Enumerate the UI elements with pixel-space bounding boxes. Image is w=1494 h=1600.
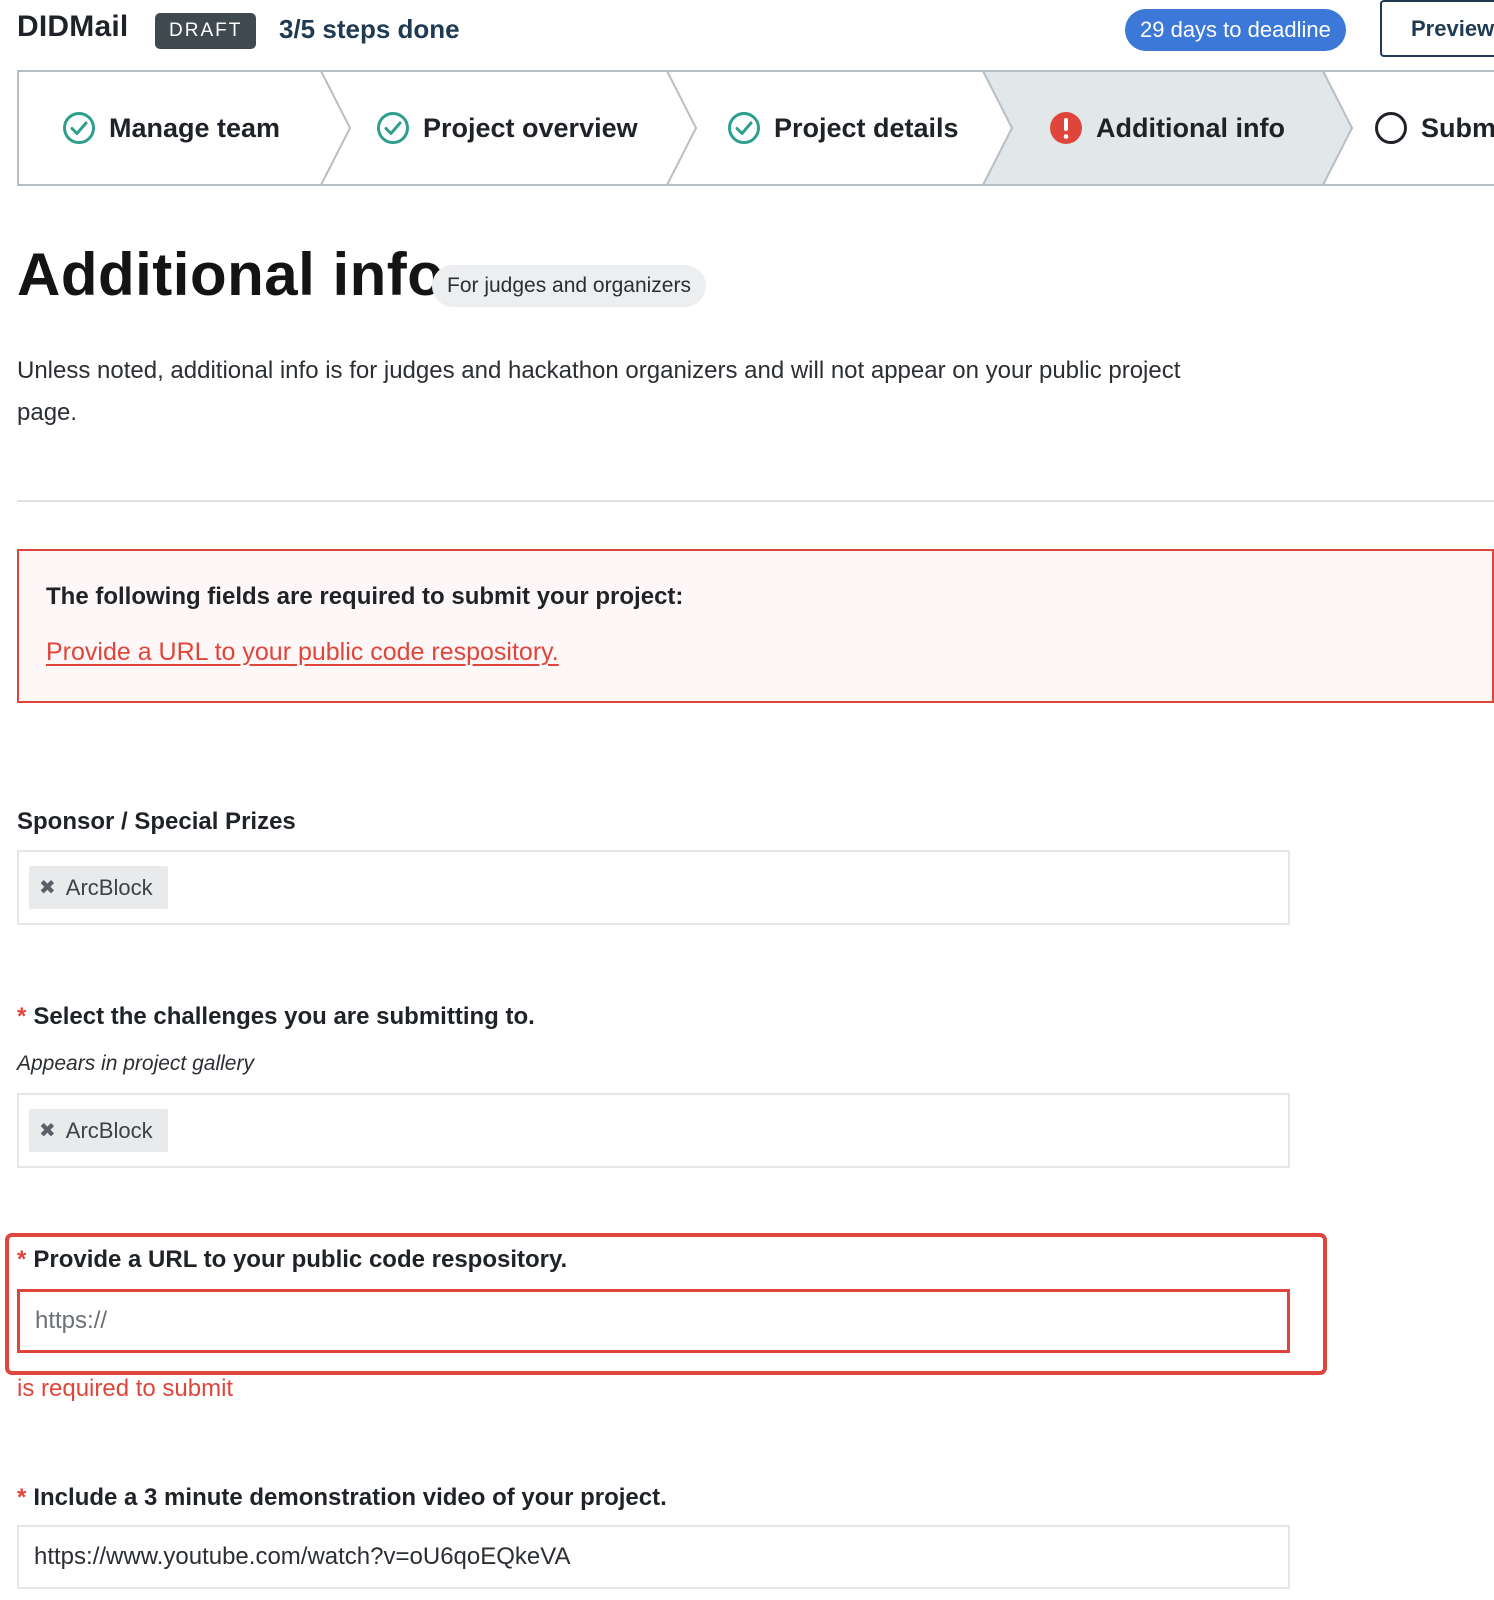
preview-button[interactable]: Preview [1380, 0, 1494, 57]
top-bar: DIDMail DRAFT 3/5 steps done 29 days to … [0, 0, 1494, 62]
submission-stepper: Manage team Project overview Project det… [17, 70, 1494, 186]
sponsor-select[interactable]: ✖ ArcBlock [17, 850, 1290, 925]
tag-label: ArcBlock [65, 874, 153, 900]
tag-label: ArcBlock [65, 1117, 153, 1143]
selected-tag: ✖ ArcBlock [29, 1109, 168, 1152]
intro-text: Unless noted, additional info is for jud… [17, 357, 1181, 426]
step-label: Project overview [423, 112, 638, 143]
required-asterisk: * [17, 1003, 27, 1030]
check-circle-icon [63, 112, 95, 144]
repo-url-placeholder: https:// [35, 1307, 108, 1334]
deadline-badge: 29 days to deadline [1125, 9, 1346, 51]
video-label-text: Include a 3 minute demonstration video o… [33, 1484, 667, 1511]
repo-url-label-text: Provide a URL to your public code respos… [33, 1246, 568, 1273]
check-circle-icon [728, 112, 760, 144]
challenges-label: * Select the challenges you are submittin… [17, 1003, 535, 1031]
video-url-input[interactable]: https://www.youtube.com/watch?v=oU6qoEQk… [17, 1525, 1290, 1589]
step-label: Additional info [1096, 112, 1285, 143]
challenges-select[interactable]: ✖ ArcBlock [17, 1093, 1290, 1168]
step-label: Project details [774, 112, 959, 143]
remove-tag-icon[interactable]: ✖ [39, 1121, 56, 1141]
error-circle-icon [1050, 112, 1082, 144]
repo-url-label: * Provide a URL to your public code respo… [17, 1246, 567, 1274]
selected-tag: ✖ ArcBlock [29, 866, 168, 909]
step-manage-team[interactable]: Manage team [62, 70, 280, 186]
required-asterisk: * [17, 1484, 27, 1511]
repo-url-error: is required to submit [17, 1375, 234, 1402]
step-submit[interactable]: Submit [1374, 70, 1494, 186]
divider [17, 500, 1494, 502]
sponsor-label: Sponsor / Special Prizes [17, 808, 296, 835]
audience-badge: For judges and organizers [432, 265, 706, 307]
missing-repo-url-link[interactable]: Provide a URL to your public code respos… [46, 638, 559, 667]
step-project-details[interactable]: Project details [727, 70, 959, 186]
empty-circle-icon [1375, 112, 1407, 144]
challenges-label-text: Select the challenges you are submitting… [33, 1003, 535, 1030]
step-label: Manage team [109, 112, 281, 143]
project-title: DIDMail [17, 10, 129, 43]
page-title: Additional info [17, 241, 445, 308]
video-label: * Include a 3 minute demonstration video … [17, 1484, 667, 1512]
alert-title: The following fields are required to sub… [46, 583, 684, 610]
status-badge: DRAFT [155, 13, 257, 49]
remove-tag-icon[interactable]: ✖ [39, 878, 56, 898]
check-circle-icon [377, 112, 409, 144]
step-label: Submit [1421, 112, 1494, 143]
required-fields-alert: The following fields are required to sub… [17, 549, 1494, 703]
repo-url-input[interactable]: https:// [17, 1289, 1290, 1353]
step-project-overview[interactable]: Project overview [376, 70, 638, 186]
challenges-hint: Appears in project gallery [17, 1052, 254, 1075]
step-additional-info[interactable]: Additional info [1049, 70, 1285, 186]
required-asterisk: * [17, 1246, 27, 1273]
progress-text: 3/5 steps done [279, 14, 460, 44]
